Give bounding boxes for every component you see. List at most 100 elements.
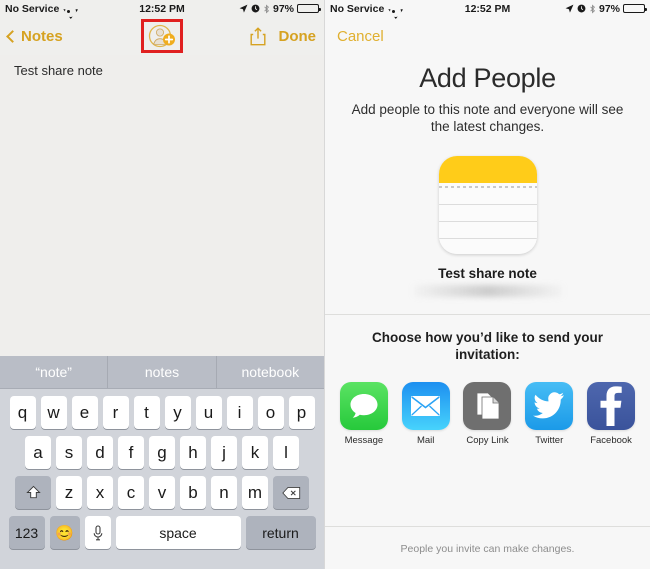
footer-divider [325,526,650,527]
share-option-label: Message [344,434,384,446]
status-bar-left: No Service 12:52 PM 97% [0,0,324,17]
back-to-notes-button[interactable]: Notes [6,27,63,45]
battery-icon [623,4,647,13]
keyboard-row-2: a s d f g h j k l [0,436,324,469]
note-preview: Test share note [325,155,650,297]
suggestion-0[interactable]: “note” [0,356,107,388]
share-option-message[interactable]: Message [335,381,393,446]
key-k[interactable]: k [242,436,268,469]
twitter-bird-icon [525,381,574,430]
autocorrect-suggestion-bar: “note” notes notebook [0,356,324,389]
on-screen-keyboard: “note” notes notebook q w e r t y u i o … [0,356,324,569]
bluetooth-icon [590,4,595,13]
key-s[interactable]: s [56,436,82,469]
key-c[interactable]: c [118,476,144,509]
key-t[interactable]: t [133,396,160,429]
add-person-icon [148,24,175,48]
nav-right-group: Done [250,26,317,46]
backspace-key[interactable] [273,476,309,509]
add-people-nav-bar: Cancel [325,17,650,55]
key-a[interactable]: a [25,436,51,469]
choose-method-label: Choose how you’d like to send your invit… [371,329,604,363]
battery-icon [297,4,321,13]
suggestion-1[interactable]: notes [107,356,215,388]
key-q[interactable]: q [9,396,36,429]
location-arrow-icon [565,4,574,13]
copy-pages-icon [463,381,512,430]
status-bar-right: No Service 12:52 PM 97% [325,0,650,17]
emoji-smiley-icon[interactable]: 😊 [49,516,80,549]
notes-editor-screen: No Service 12:52 PM 97% Notes Done Test … [0,0,325,569]
share-export-icon[interactable] [250,26,266,46]
location-arrow-icon [239,4,248,13]
keyboard-row-1: q w e r t y u i o p [0,396,324,429]
share-option-label: Twitter [535,434,564,446]
microphone-key[interactable] [84,516,111,549]
keyboard-row-4: 123 😊 space return [0,516,324,549]
bluetooth-icon [264,4,269,13]
imessage-bubble-icon [339,381,388,430]
key-n[interactable]: n [211,476,237,509]
shift-key[interactable] [15,476,51,509]
key-p[interactable]: p [288,396,315,429]
note-text[interactable]: Test share note [0,55,324,86]
status-bar-right-group-right: 97% [565,2,647,15]
suggestion-2[interactable]: notebook [215,356,324,388]
notes-nav-bar: Notes Done [0,17,324,55]
microphone-icon [93,524,102,540]
key-v[interactable]: v [149,476,175,509]
key-m[interactable]: m [242,476,268,509]
back-label: Notes [21,27,63,45]
key-g[interactable]: g [149,436,175,469]
key-u[interactable]: u [195,396,222,429]
add-people-button[interactable] [141,19,183,53]
key-l[interactable]: l [273,436,299,469]
key-i[interactable]: i [226,396,253,429]
share-option-facebook[interactable]: Facebook [582,381,640,446]
key-z[interactable]: z [56,476,82,509]
key-w[interactable]: w [40,396,67,429]
page-title: Add People [419,63,556,93]
mail-envelope-icon [401,381,450,430]
key-b[interactable]: b [180,476,206,509]
alarm-clock-icon [577,4,586,13]
key-y[interactable]: y [164,396,191,429]
space-key[interactable]: space [115,516,241,549]
note-body[interactable]: Test share note [0,55,324,402]
battery-percent-label: 97% [598,2,620,15]
share-option-label: Facebook [590,434,632,446]
backspace-icon [281,486,300,499]
chevron-left-icon [6,29,19,43]
key-f[interactable]: f [118,436,144,469]
status-bar-right-group: 97% [239,2,321,15]
note-thumbnail-dotted-line [438,182,537,190]
key-e[interactable]: e [71,396,98,429]
key-r[interactable]: r [102,396,129,429]
shift-icon [25,485,41,499]
battery-percent-label: 97% [272,2,294,15]
facebook-f-icon [587,381,636,430]
share-option-label: Copy Link [466,434,509,446]
done-button[interactable]: Done [279,28,317,45]
add-people-screen: No Service 12:52 PM 97% Cancel Add Peopl… [325,0,650,569]
numbers-key[interactable]: 123 [8,516,45,549]
share-option-label: Mail [416,434,435,446]
share-option-mail[interactable]: Mail [397,381,455,446]
return-key[interactable]: return [245,516,316,549]
keyboard-row-3: z x c v b n m [0,476,324,509]
key-x[interactable]: x [87,476,113,509]
screenshot-root: No Service 12:52 PM 97% Notes Done Test … [0,0,650,569]
cancel-button[interactable]: Cancel [337,28,384,45]
share-options-row: Message Mail Copy Link Twitter Facebook [325,381,650,446]
note-thumbnail-lines [438,189,537,254]
alarm-clock-icon [251,4,260,13]
page-subtitle: Add people to this note and everyone wil… [351,102,624,134]
key-o[interactable]: o [257,396,284,429]
share-option-copy-link[interactable]: Copy Link [458,381,516,446]
key-d[interactable]: d [87,436,113,469]
section-divider [325,313,650,315]
share-option-twitter[interactable]: Twitter [520,381,578,446]
key-j[interactable]: j [211,436,237,469]
key-h[interactable]: h [180,436,206,469]
redacted-detail-line [412,284,563,297]
